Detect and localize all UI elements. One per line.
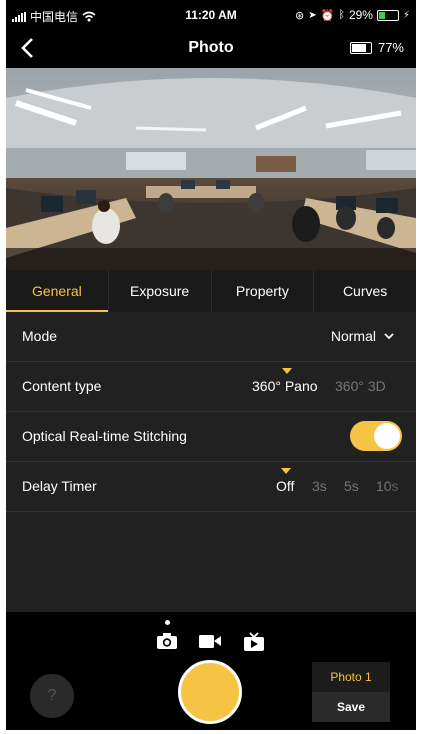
camera-battery: 77% xyxy=(349,40,404,55)
tab-property[interactable]: Property xyxy=(212,270,315,312)
stitching-label: Optical Real-time Stitching xyxy=(22,428,187,444)
bluetooth-icon: ᛒ xyxy=(338,9,345,21)
phone-battery-percent: 29% xyxy=(348,8,373,22)
settings-tabs: General Exposure Property Curves xyxy=(6,270,416,313)
battery-icon xyxy=(349,41,372,54)
delay-option-3s[interactable]: 3s xyxy=(312,478,327,494)
content-type-option-3d[interactable]: 360° 3D xyxy=(335,378,386,394)
status-right: ⊛ ➤ ⏰ ᛒ 29% ⚡ xyxy=(295,8,410,22)
tab-exposure[interactable]: Exposure xyxy=(109,270,212,312)
mode-row[interactable]: Mode Normal xyxy=(6,312,416,362)
content-type-label: Content type xyxy=(22,378,102,394)
mode-dropdown[interactable]: Normal xyxy=(331,328,394,344)
mode-value: Normal xyxy=(330,328,376,344)
stitching-toggle[interactable] xyxy=(350,421,402,451)
alarm-icon: ⏰ xyxy=(320,9,335,22)
charging-icon: ⚡ xyxy=(402,9,410,21)
toggle-knob xyxy=(374,423,400,449)
preset-button[interactable]: Photo 1 xyxy=(312,662,390,692)
phone-screen: 中国电信 11:20 AM ⊛ ➤ ⏰ ᛒ 29% ⚡ Photo 77% Ge… xyxy=(6,0,416,730)
delay-timer-label: Delay Timer xyxy=(22,478,97,494)
tab-curves[interactable]: Curves xyxy=(314,270,416,312)
scroll-fade xyxy=(386,462,416,510)
selection-marker-icon xyxy=(281,468,291,474)
location-icon: ➤ xyxy=(308,9,317,21)
status-bar: 中国电信 11:20 AM ⊛ ➤ ⏰ ᛒ 29% ⚡ xyxy=(6,0,416,32)
chevron-down-icon xyxy=(384,332,394,339)
timelapse-icon[interactable] xyxy=(243,632,265,657)
mode-label: Mode xyxy=(22,328,58,344)
content-type-option-pano[interactable]: 360° Pano xyxy=(252,378,318,394)
tab-general[interactable]: General xyxy=(6,270,109,312)
camera-battery-percent: 77% xyxy=(377,40,404,55)
panorama-preview[interactable] xyxy=(6,68,416,270)
shutter-button[interactable] xyxy=(178,660,242,724)
panorama-image xyxy=(6,68,416,270)
rotation-lock-icon: ⊛ xyxy=(295,9,305,22)
settings-panel: Mode Normal Content type 360° Pano 360° … xyxy=(6,312,416,612)
stitching-row: Optical Real-time Stitching xyxy=(6,412,416,462)
phone-battery-icon xyxy=(376,9,399,21)
active-mode-indicator xyxy=(165,620,170,625)
video-icon[interactable] xyxy=(198,632,222,655)
navigation-bar: Photo 77% xyxy=(6,32,416,68)
delay-timer-row: Delay Timer Off 3s 5s 10s xyxy=(6,462,416,512)
camera-icon[interactable] xyxy=(156,632,178,655)
delay-option-off[interactable]: Off xyxy=(276,478,294,494)
scroll-fade xyxy=(386,362,416,410)
capture-bar: ? Photo 1 Save xyxy=(6,612,416,730)
save-button[interactable]: Save xyxy=(312,692,390,722)
help-button[interactable]: ? xyxy=(30,674,74,718)
selection-marker-icon xyxy=(282,368,292,374)
delay-option-5s[interactable]: 5s xyxy=(344,478,359,494)
content-type-row: Content type 360° Pano 360° 3D xyxy=(6,362,416,412)
